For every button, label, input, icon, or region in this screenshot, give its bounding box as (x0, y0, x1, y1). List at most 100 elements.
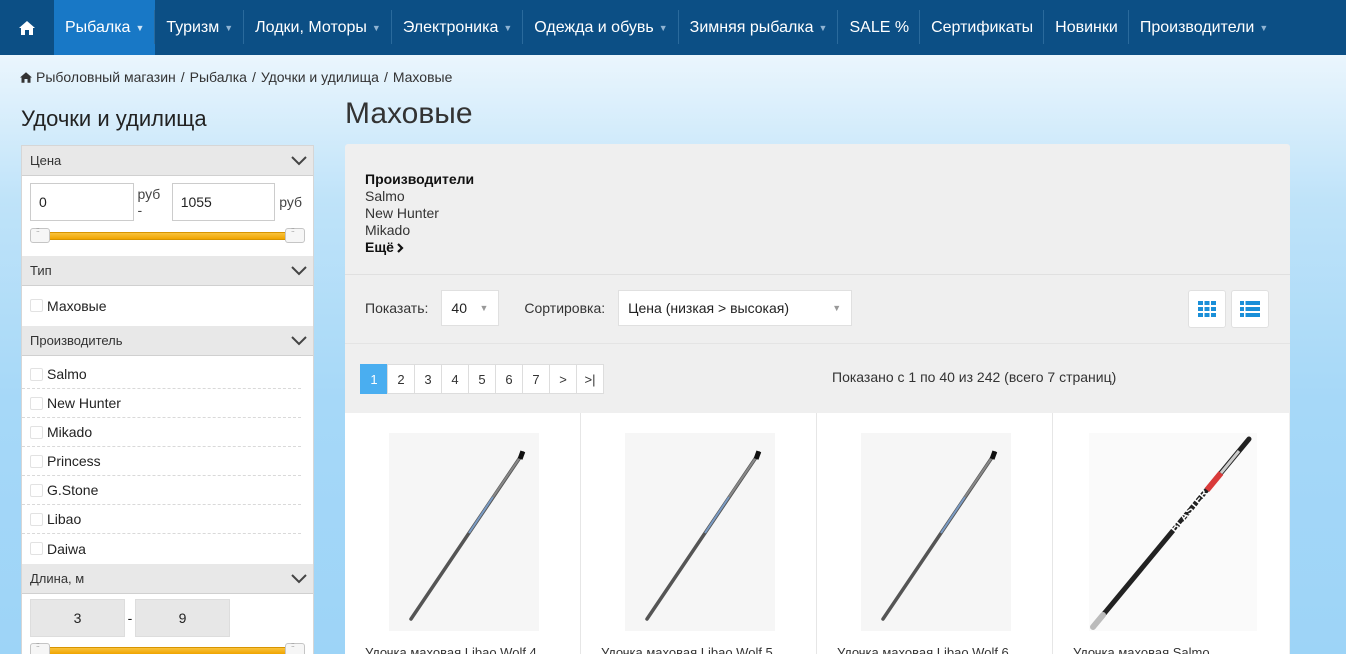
show-count-select[interactable]: 40 ▼ (441, 290, 500, 326)
page-button[interactable]: 2 (387, 364, 415, 394)
sort-value: Цена (низкая > высокая) (628, 300, 789, 316)
filter-length-header[interactable]: Длина, м (22, 564, 313, 594)
caret-down-icon: ▼ (371, 22, 381, 33)
type-option[interactable]: Маховые (22, 291, 313, 320)
length-min-input[interactable]: 3 (30, 599, 125, 637)
divider (345, 274, 1290, 275)
more-link[interactable]: Ещё (365, 239, 404, 256)
product-name[interactable]: Удочка маховая Libao Wolf 5 (601, 645, 773, 654)
price-min-input[interactable]: 0 (30, 182, 134, 221)
manufacturer-link[interactable]: Salmo (365, 188, 474, 205)
checkbox[interactable] (30, 396, 43, 410)
manufacturer-option[interactable]: G.Stone (22, 476, 301, 505)
nav-item[interactable]: Новинки (1044, 0, 1129, 55)
show-count-value: 40 (451, 300, 467, 316)
price-slider-max-handle[interactable] (285, 227, 305, 243)
manufacturer-option-label: Daiwa (47, 540, 86, 557)
length-max-input[interactable]: 9 (135, 599, 230, 637)
main-nav: Рыбалка ▼ Туризм ▼ Лодки, Моторы ▼ Электроника… (0, 0, 1346, 55)
manufacturer-option[interactable]: Libao (22, 505, 301, 534)
caret-down-icon: ▼ (479, 303, 489, 313)
nav-item[interactable]: Сертификаты (920, 0, 1045, 55)
page-button[interactable]: 3 (414, 364, 442, 394)
manufacturer-link[interactable]: New Hunter (365, 205, 474, 222)
product-card[interactable]: Удочка маховая Libao Wolf 5 (581, 413, 817, 654)
nav-item[interactable]: Туризм ▼ (155, 0, 244, 55)
breadcrumb-link-shop[interactable]: Рыболовный магазин (36, 69, 176, 85)
home-icon[interactable] (20, 71, 32, 83)
divider (345, 343, 1290, 344)
page-button[interactable]: 4 (441, 364, 469, 394)
manufacturer-option[interactable]: Princess (22, 447, 301, 476)
rod-image[interactable] (625, 433, 775, 631)
checkbox[interactable] (30, 512, 43, 526)
page-button[interactable]: > (549, 364, 577, 394)
product-grid: Удочка маховая Libao Wolf 4 Удочка махова… (345, 413, 1290, 654)
breadcrumb-link-fishing[interactable]: Рыбалка (190, 69, 247, 85)
nav-item[interactable]: Производители ▼ (1129, 0, 1279, 55)
manufacturer-option[interactable]: Salmo (22, 360, 301, 389)
home-icon (19, 20, 35, 35)
page-button[interactable]: >| (576, 364, 604, 394)
nav-item[interactable]: Одежда и обувь ▼ (523, 0, 680, 55)
page-button[interactable]: 7 (522, 364, 550, 394)
manufacturer-link[interactable]: Mikado (365, 222, 474, 239)
chevron-right-icon (397, 242, 404, 253)
chevron-down-icon (291, 573, 307, 583)
length-sep: - (127, 610, 133, 626)
grid-view-button[interactable] (1188, 290, 1226, 328)
checkbox[interactable] (30, 483, 43, 497)
blaster-rod-image[interactable]: BLASTER (1089, 433, 1257, 631)
manufacturer-option[interactable]: Daiwa (22, 534, 313, 563)
price-slider-track (40, 232, 295, 240)
list-icon (1240, 301, 1260, 317)
checkbox[interactable] (30, 299, 43, 312)
type-option-label: Маховые (47, 297, 107, 314)
product-name[interactable]: Удочка маховая Salmo (1073, 645, 1210, 654)
nav-item[interactable]: Лодки, Моторы ▼ (244, 0, 392, 55)
nav-item[interactable]: Зимняя рыбалка ▼ (679, 0, 839, 55)
nav-item[interactable]: Рыбалка ▼ (54, 0, 156, 55)
checkbox[interactable] (30, 367, 43, 381)
price-slider-min-handle[interactable] (30, 227, 50, 243)
home-button[interactable] (0, 0, 54, 55)
nav-item[interactable]: Электроника ▼ (392, 0, 524, 55)
price-max-input[interactable]: 1055 (171, 182, 276, 221)
list-view-button[interactable] (1231, 290, 1269, 328)
checkbox[interactable] (30, 454, 43, 468)
main-content: Производители Salmo New Hunter Mikado Ещ… (345, 144, 1290, 654)
checkbox[interactable] (30, 425, 43, 439)
product-name[interactable]: Удочка маховая Libao Wolf 4 (365, 645, 537, 654)
price-range-row: 0 руб - 1055 руб (22, 176, 313, 221)
rod-image[interactable] (389, 433, 539, 631)
page-button[interactable]: 1 (360, 364, 388, 394)
product-card[interactable]: BLASTER Удочка маховая Salmo (1053, 413, 1289, 654)
nav-item-label: Туризм (166, 18, 220, 36)
manufacturer-option[interactable]: Mikado (22, 418, 301, 447)
product-name[interactable]: Удочка маховая Libao Wolf 6 (837, 645, 1009, 654)
grid-icon (1198, 301, 1216, 317)
filter-type-header[interactable]: Тип (22, 256, 313, 286)
nav-item[interactable]: SALE % (838, 0, 920, 55)
breadcrumb-link-rods[interactable]: Удочки и удилища (261, 69, 379, 85)
filter-manufacturer-header[interactable]: Производитель (22, 326, 313, 356)
price-slider[interactable] (30, 227, 305, 247)
product-card[interactable]: Удочка маховая Libao Wolf 6 (817, 413, 1053, 654)
results-count: Показано с 1 по 40 из 242 (всего 7 стран… (832, 369, 1117, 385)
length-slider[interactable] (30, 642, 305, 654)
manufacturer-option[interactable]: New Hunter (22, 389, 301, 418)
product-card[interactable]: Удочка маховая Libao Wolf 4 (345, 413, 581, 654)
page-title: Маховые (345, 97, 473, 130)
checkbox[interactable] (30, 542, 43, 555)
page-button[interactable]: 5 (468, 364, 496, 394)
filter-sidebar: Цена 0 руб - 1055 руб Тип Маховые Произв… (21, 145, 314, 654)
nav-items: Рыбалка ▼ Туризм ▼ Лодки, Моторы ▼ Электроника… (54, 0, 1279, 55)
manufacturers-block: Производители Salmo New Hunter Mikado Ещ… (365, 171, 474, 256)
rod-image[interactable] (861, 433, 1011, 631)
svg-text:BLASTER: BLASTER (1168, 487, 1211, 535)
page-button[interactable]: 6 (495, 364, 523, 394)
sort-select[interactable]: Цена (низкая > высокая) ▼ (618, 290, 853, 326)
length-slider-min-handle[interactable] (30, 642, 50, 654)
filter-price-header[interactable]: Цена (22, 146, 313, 176)
length-slider-max-handle[interactable] (285, 642, 305, 654)
